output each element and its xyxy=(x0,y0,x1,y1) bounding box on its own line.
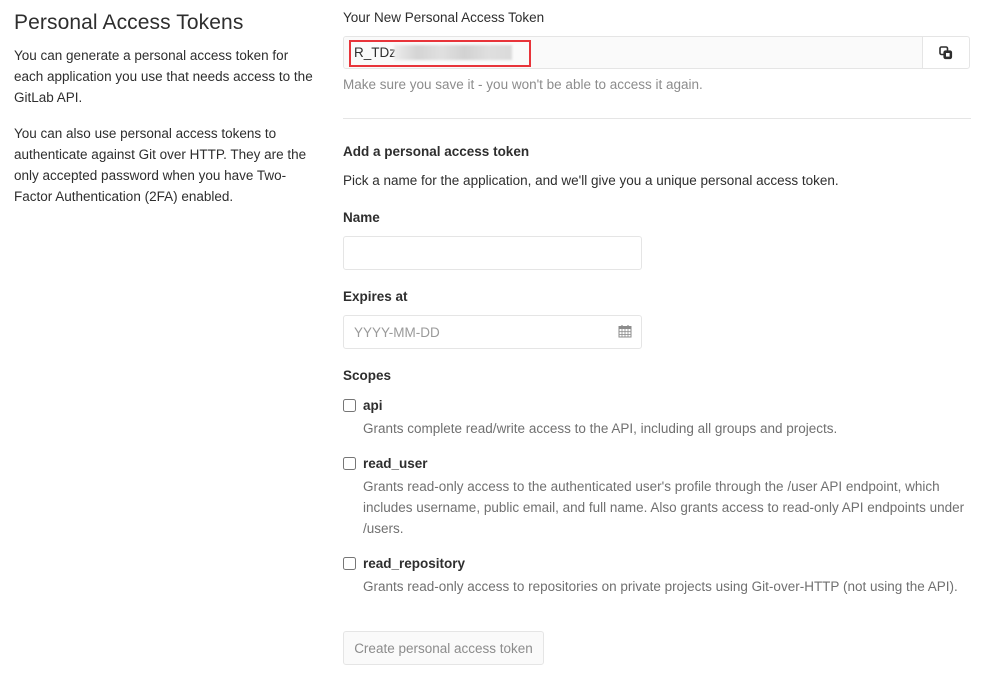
name-input[interactable] xyxy=(343,236,642,270)
scope-description-api: Grants complete read/write access to the… xyxy=(363,421,838,436)
section-divider xyxy=(343,118,971,119)
scope-checkbox-read-user[interactable] xyxy=(343,457,356,470)
token-save-warning: Make sure you save it - you won't be abl… xyxy=(343,77,703,92)
scope-name-api[interactable]: api xyxy=(363,397,383,415)
add-token-description: Pick a name for the application, and we'… xyxy=(343,173,839,188)
name-label: Name xyxy=(343,210,380,225)
scope-description-read-repository: Grants read-only access to repositories … xyxy=(363,579,958,594)
add-token-heading: Add a personal access token xyxy=(343,144,530,159)
expires-at-input[interactable] xyxy=(343,315,642,349)
new-token-label: Your New Personal Access Token xyxy=(343,10,545,25)
new-token-field-group: R_TDzt xyxy=(343,36,970,69)
scope-name-read-user[interactable]: read_user xyxy=(363,455,428,473)
scopes-label: Scopes xyxy=(343,368,392,383)
scope-checkbox-read-repository[interactable] xyxy=(343,557,356,570)
expires-at-label: Expires at xyxy=(343,289,408,304)
clipboard-copy-icon xyxy=(939,45,953,59)
new-token-input[interactable]: R_TDzt xyxy=(344,37,923,68)
intro-paragraph-2: You can also use personal access tokens … xyxy=(14,126,307,204)
sidebar-info: Personal Access Tokens You can generate … xyxy=(14,10,319,222)
scope-checkbox-api[interactable] xyxy=(343,399,356,412)
create-token-button[interactable]: Create personal access token xyxy=(343,631,544,665)
redacted-token-blur xyxy=(394,45,512,60)
copy-token-button[interactable] xyxy=(923,37,969,68)
scope-name-read-repository[interactable]: read_repository xyxy=(363,555,465,573)
scope-description-read-user: Grants read-only access to the authentic… xyxy=(363,479,965,536)
page-title: Personal Access Tokens xyxy=(14,11,244,34)
intro-paragraph-1: You can generate a personal access token… xyxy=(14,48,313,105)
new-token-value[interactable]: R_TDzt xyxy=(354,37,400,68)
